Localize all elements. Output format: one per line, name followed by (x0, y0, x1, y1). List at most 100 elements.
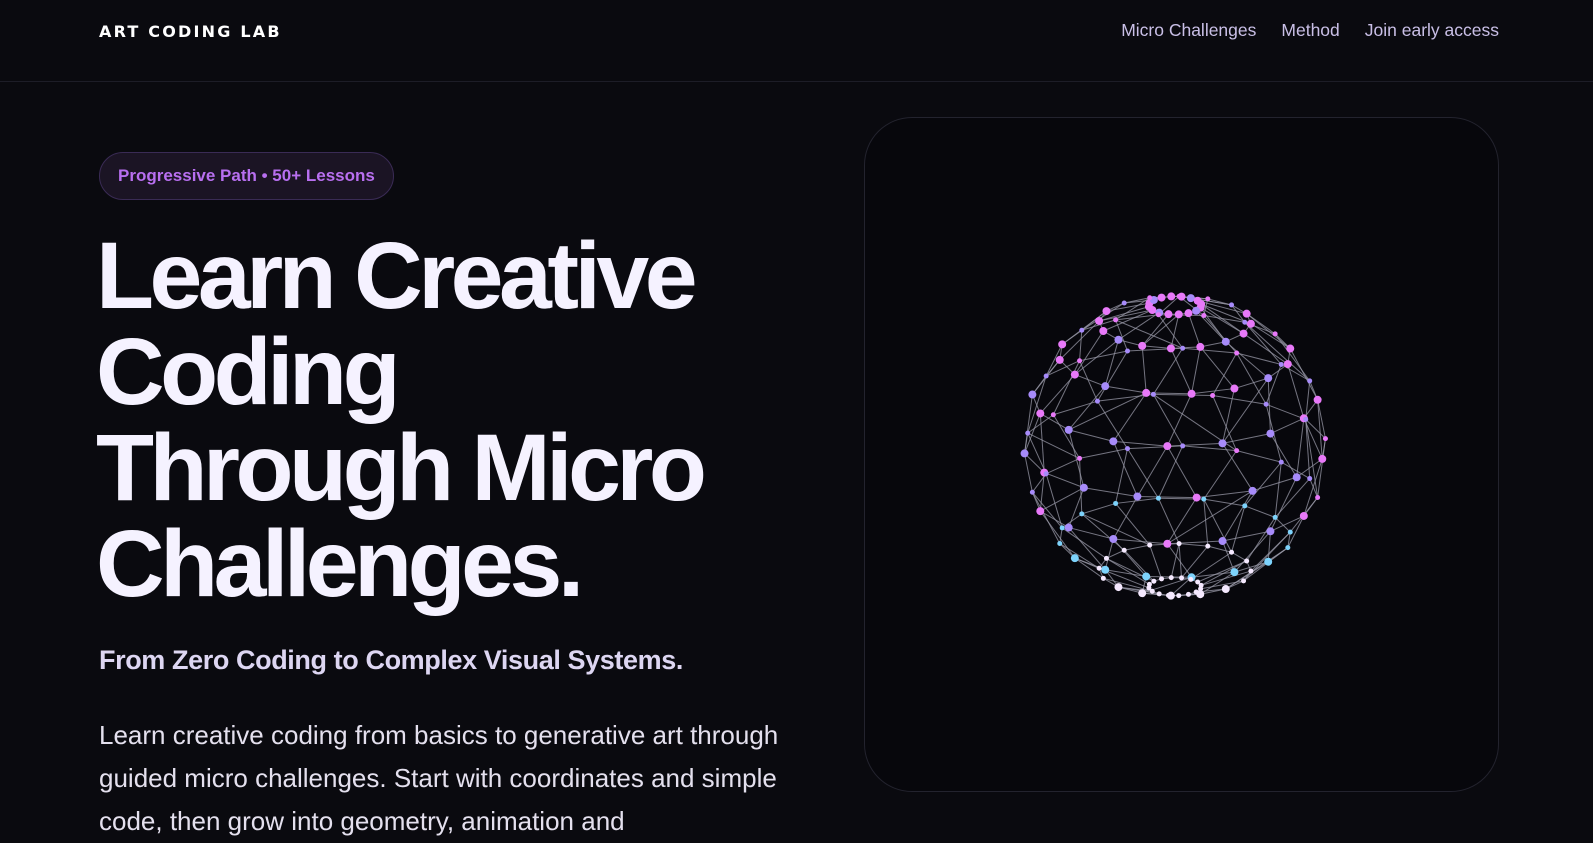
sphere-node (1273, 515, 1278, 520)
sphere-node (1314, 396, 1322, 404)
sphere-node (1077, 456, 1082, 461)
sphere-edge (1245, 322, 1281, 364)
sphere-node (1175, 310, 1183, 318)
sphere-node (1142, 389, 1150, 397)
sphere-node (1164, 310, 1172, 318)
sphere-edge (1232, 552, 1247, 561)
brand-logo[interactable]: ART CODING LAB (99, 22, 282, 41)
sphere-node (1122, 300, 1127, 305)
sphere-node (1176, 593, 1181, 598)
sphere-node (1266, 430, 1274, 438)
sphere-edge (1270, 418, 1303, 433)
headline-line-3: Through Micro (96, 420, 816, 516)
sphere-node (1133, 493, 1141, 501)
sphere-edge (1082, 503, 1116, 513)
sphere-node (1151, 392, 1156, 397)
sphere-node (1051, 412, 1056, 417)
sphere-edge (1142, 346, 1171, 349)
sphere-node (1104, 556, 1109, 561)
sphere-edge (1275, 517, 1290, 532)
sphere-edge (1032, 492, 1059, 543)
sphere-node (1243, 310, 1251, 318)
sphere-node (1205, 296, 1210, 301)
sphere-edge (1084, 488, 1137, 497)
lessons-badge: Progressive Path • 50+ Lessons (99, 152, 394, 200)
sphere-edge (1124, 545, 1150, 550)
sphere-edge (1188, 313, 1200, 347)
sphere-node (1163, 540, 1171, 548)
sphere-visual-panel (864, 117, 1499, 792)
sphere-edge (1153, 348, 1182, 394)
hero-description: Learn creative coding from basics to gen… (99, 714, 819, 843)
sphere-edge (1113, 539, 1167, 544)
sphere-node (1080, 484, 1088, 492)
sphere-node (1240, 330, 1248, 338)
sphere-node (1030, 490, 1035, 495)
sphere-node (1230, 568, 1238, 576)
sphere-edge (1266, 404, 1306, 419)
sphere-node (1065, 524, 1073, 532)
sphere-node (1125, 348, 1130, 353)
nav-link-micro-challenges[interactable]: Micro Challenges (1121, 20, 1256, 41)
sphere-edge (1105, 539, 1113, 570)
sphere-edge (1171, 348, 1192, 393)
sphere-node (1095, 317, 1103, 325)
sphere-node (1219, 537, 1227, 545)
sphere-node (1109, 437, 1117, 445)
sphere-node (1169, 575, 1174, 580)
sphere-node (1242, 320, 1247, 325)
sphere-node (1279, 460, 1284, 465)
sphere-node (1077, 358, 1082, 363)
sphere-edge (1040, 511, 1075, 558)
sphere-node (1044, 471, 1049, 476)
sphere-edge (1167, 498, 1196, 544)
sphere-edge (1297, 418, 1304, 477)
sphere-edge (1234, 378, 1268, 388)
sphere-node (1057, 541, 1062, 546)
sphere-edge (1080, 361, 1098, 401)
sphere-node (1138, 589, 1146, 597)
sphere-node (1192, 307, 1200, 315)
sphere-node (1079, 328, 1084, 333)
sphere-node (1234, 350, 1239, 355)
sphere-node (1025, 431, 1030, 436)
sphere-node (1266, 527, 1274, 535)
sphere-node (1099, 327, 1107, 335)
sphere-node (1156, 496, 1161, 501)
sphere-node (1166, 593, 1171, 598)
sphere-node (1222, 585, 1230, 593)
sphere-node (1229, 550, 1234, 555)
sphere-node (1234, 448, 1239, 453)
nav-link-method[interactable]: Method (1281, 20, 1339, 41)
sphere-node (1156, 312, 1161, 317)
sphere-node (1147, 582, 1152, 587)
sphere-node (1249, 487, 1257, 495)
sphere-edge (1167, 443, 1222, 446)
sphere-node (1114, 336, 1122, 344)
sphere-node (1303, 417, 1308, 422)
sphere-edge (1167, 394, 1191, 446)
sphere-node (1036, 507, 1044, 515)
sphere-node (1186, 592, 1191, 597)
sphere-edge (1105, 340, 1118, 386)
sphere-edge (1204, 499, 1245, 506)
sphere-edge (1290, 349, 1317, 400)
headline-line-4: Challenges. (96, 516, 816, 612)
sphere-edge (1142, 314, 1179, 346)
sphere-edge (1270, 477, 1296, 531)
sphere-edge (1044, 473, 1084, 488)
hero-headline: Learn Creative Coding Through Micro Chal… (96, 228, 816, 612)
nav-link-join-early-access[interactable]: Join early access (1365, 20, 1499, 41)
sphere-node (1279, 362, 1284, 367)
headline-line-2: Coding (96, 324, 816, 420)
sphere-edge (1275, 479, 1310, 518)
sphere-edge (1069, 393, 1146, 430)
sphere-node (1163, 442, 1171, 450)
sphere-node (1122, 548, 1127, 553)
sphere-node (1101, 382, 1109, 390)
sphere-node (1248, 569, 1253, 574)
sphere-node (1036, 409, 1044, 417)
top-navigation: ART CODING LAB Micro Challenges Method J… (0, 0, 1593, 82)
sphere-node (1158, 294, 1166, 302)
headline-line-1: Learn Creative (96, 228, 816, 324)
